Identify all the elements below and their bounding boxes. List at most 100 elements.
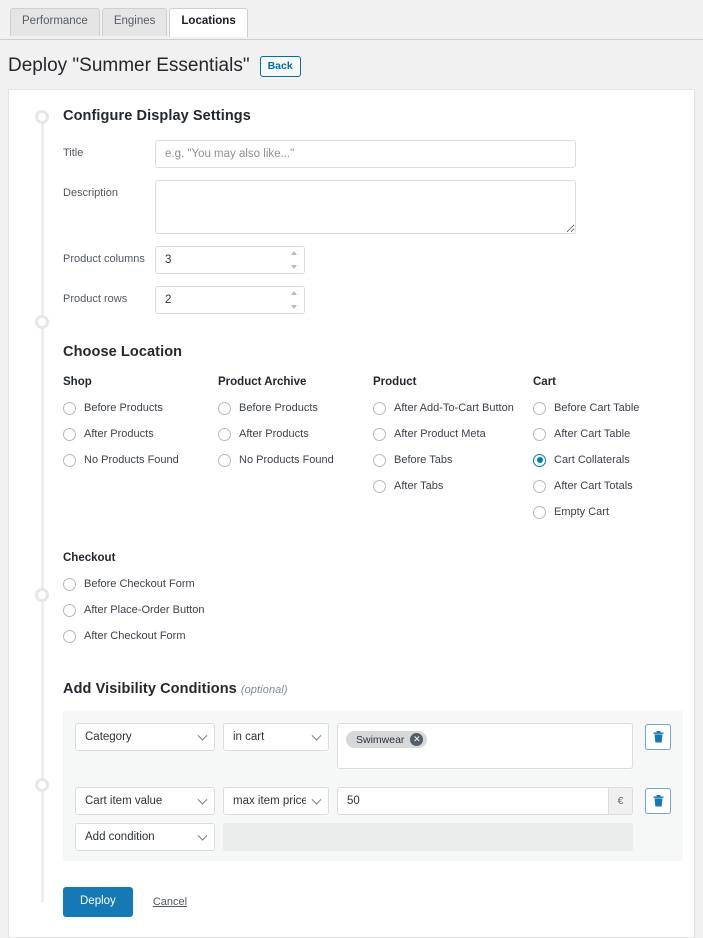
- radio-label: No Products Found: [84, 454, 179, 467]
- condition-tag-input[interactable]: Swimwear ✕: [337, 722, 633, 769]
- page-header: Deploy "Summer Essentials" Back: [0, 40, 703, 89]
- tab-performance[interactable]: Performance: [10, 8, 100, 36]
- deploy-card: Configure Display Settings Title Descrip…: [8, 88, 695, 938]
- product-rows-stepper[interactable]: [155, 285, 305, 314]
- condition-type-select-wrap[interactable]: Category: [75, 722, 215, 751]
- tab-label: Engines: [113, 15, 156, 27]
- radio-label: Before Cart Table: [554, 402, 640, 415]
- radio-label: After Checkout Form: [84, 630, 186, 643]
- delete-condition-button[interactable]: [645, 723, 671, 750]
- delete-condition-button[interactable]: [645, 787, 671, 814]
- condition-operator-select[interactable]: max item price >=: [223, 786, 329, 815]
- product-columns-input[interactable]: [155, 245, 305, 274]
- radio-icon[interactable]: [218, 427, 231, 441]
- step-dot-display-settings: [35, 109, 49, 124]
- condition-type-select[interactable]: Category: [75, 722, 215, 751]
- tab-locations[interactable]: Locations: [169, 8, 248, 37]
- condition-value-input[interactable]: [338, 787, 608, 814]
- radio-cart-empty-cart[interactable]: Empty Cart: [533, 505, 688, 519]
- field-row-title: Title: [63, 139, 678, 168]
- radio-icon[interactable]: [373, 401, 386, 415]
- page-title: Deploy "Summer Essentials": [8, 55, 250, 76]
- description-textarea[interactable]: [155, 179, 576, 234]
- cancel-link[interactable]: Cancel: [153, 896, 187, 908]
- location-groups: Shop Before Products After Products No P…: [63, 376, 678, 532]
- radio-icon[interactable]: [63, 453, 76, 467]
- radio-label: After Cart Table: [554, 428, 631, 441]
- tab-label: Performance: [22, 15, 88, 27]
- product-rows-input[interactable]: [155, 285, 305, 314]
- radio-checkout-after-place-order-button[interactable]: After Place-Order Button: [63, 603, 678, 617]
- radio-cart-after-cart-table[interactable]: After Cart Table: [533, 427, 688, 441]
- location-group-shop: Shop Before Products After Products No P…: [63, 376, 218, 532]
- radio-shop-no-products-found[interactable]: No Products Found: [63, 453, 218, 467]
- radio-shop-after-products[interactable]: After Products: [63, 427, 218, 441]
- radio-icon[interactable]: [63, 427, 76, 441]
- radio-archive-before-products[interactable]: Before Products: [218, 401, 373, 415]
- radio-icon[interactable]: [373, 427, 386, 441]
- tab-engines[interactable]: Engines: [101, 8, 168, 36]
- radio-product-after-tabs[interactable]: After Tabs: [373, 479, 533, 493]
- group-heading: Product: [373, 375, 417, 388]
- radio-product-after-add-to-cart-button[interactable]: After Add-To-Cart Button: [373, 401, 533, 415]
- section-title-display-settings: Configure Display Settings: [63, 107, 251, 124]
- radio-cart-cart-collaterals[interactable]: Cart Collaterals: [533, 453, 688, 467]
- radio-label: Before Products: [84, 402, 163, 415]
- radio-icon[interactable]: [373, 479, 386, 493]
- tag-chip[interactable]: Swimwear ✕: [346, 731, 428, 749]
- product-columns-stepper[interactable]: [155, 245, 305, 274]
- back-button[interactable]: Back: [259, 55, 301, 78]
- radio-icon[interactable]: [533, 453, 546, 467]
- radio-archive-after-products[interactable]: After Products: [218, 427, 373, 441]
- radio-label: Before Checkout Form: [84, 578, 195, 591]
- add-condition-row: Add condition: [75, 822, 671, 851]
- radio-label: No Products Found: [239, 454, 334, 467]
- radio-icon[interactable]: [63, 401, 76, 415]
- title-input[interactable]: [155, 139, 576, 168]
- radio-archive-no-products-found[interactable]: No Products Found: [218, 453, 373, 467]
- condition-type-select[interactable]: Cart item value: [75, 786, 215, 815]
- radio-icon[interactable]: [63, 629, 76, 643]
- tag-chip-label: Swimwear: [356, 733, 405, 746]
- radio-icon[interactable]: [218, 401, 231, 415]
- tab-label: Locations: [181, 15, 236, 27]
- label-product-rows: Product rows: [63, 292, 128, 305]
- radio-cart-after-cart-totals[interactable]: After Cart Totals: [533, 479, 688, 493]
- conditions-panel: Category in cart Swimwear ✕ Cart item va…: [63, 710, 683, 861]
- location-group-checkout: Checkout Before Checkout Form After Plac…: [63, 552, 678, 643]
- add-condition-select[interactable]: Add condition: [75, 822, 215, 851]
- radio-icon[interactable]: [63, 577, 76, 591]
- radio-label: Cart Collaterals: [554, 454, 630, 467]
- radio-shop-before-products[interactable]: Before Products: [63, 401, 218, 415]
- currency-suffix: €: [608, 787, 632, 814]
- location-group-cart: Cart Before Cart Table After Cart Table …: [533, 376, 688, 532]
- radio-label: After Place-Order Button: [84, 604, 205, 617]
- radio-icon[interactable]: [533, 427, 546, 441]
- visibility-optional-note: (optional): [240, 683, 288, 696]
- condition-type-select-wrap[interactable]: Cart item value: [75, 786, 215, 815]
- condition-value-field[interactable]: €: [337, 786, 633, 815]
- radio-icon[interactable]: [533, 505, 546, 519]
- row-spacer: [75, 777, 671, 787]
- remove-tag-icon[interactable]: ✕: [410, 733, 424, 747]
- condition-row: Category in cart Swimwear ✕: [75, 722, 671, 769]
- radio-icon[interactable]: [63, 603, 76, 617]
- trash-icon: [653, 730, 663, 743]
- radio-icon[interactable]: [373, 453, 386, 467]
- radio-product-after-product-meta[interactable]: After Product Meta: [373, 427, 533, 441]
- group-heading: Shop: [63, 375, 92, 388]
- radio-checkout-after-checkout-form[interactable]: After Checkout Form: [63, 629, 678, 643]
- add-condition-select-wrap[interactable]: Add condition: [75, 822, 215, 851]
- radio-icon[interactable]: [533, 479, 546, 493]
- deploy-button[interactable]: Deploy: [63, 886, 133, 917]
- condition-operator-select[interactable]: in cart: [223, 722, 329, 751]
- radio-icon[interactable]: [218, 453, 231, 467]
- field-row-product-rows: Product rows: [63, 285, 678, 314]
- radio-icon[interactable]: [533, 401, 546, 415]
- radio-product-before-tabs[interactable]: Before Tabs: [373, 453, 533, 467]
- radio-checkout-before-checkout-form[interactable]: Before Checkout Form: [63, 577, 678, 591]
- condition-operator-select-wrap[interactable]: in cart: [223, 722, 329, 751]
- group-heading: Product Archive: [218, 375, 307, 388]
- condition-operator-select-wrap[interactable]: max item price >=: [223, 786, 329, 815]
- radio-cart-before-cart-table[interactable]: Before Cart Table: [533, 401, 688, 415]
